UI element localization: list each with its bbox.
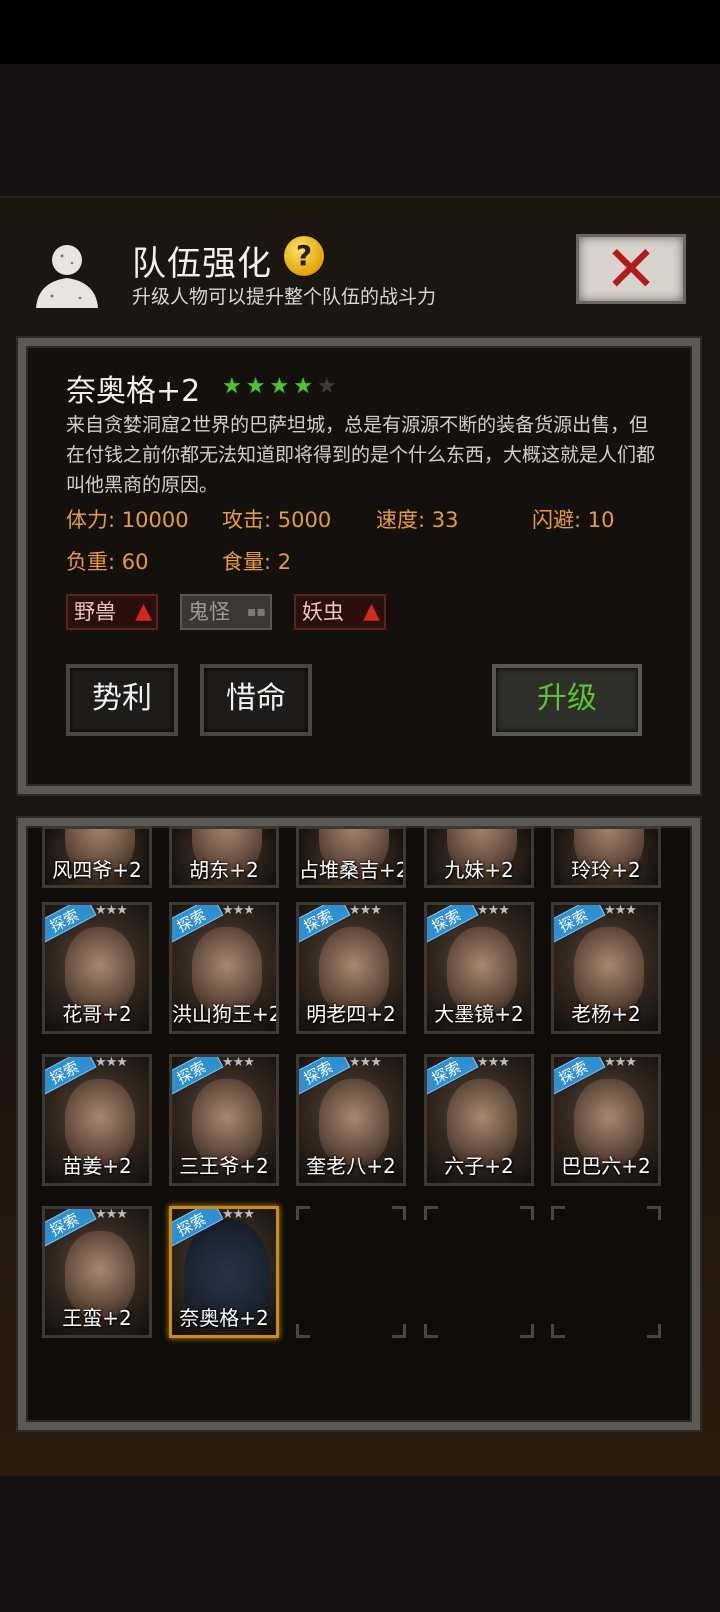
- team-upgrade-panel: 队伍强化 ? 升级人物可以提升整个队伍的战斗力 ✕ 奈奥格+2 ★ ★ ★ ★ …: [0, 196, 720, 1476]
- roster-card[interactable]: 探索 ★★★ 六子+2: [424, 1054, 534, 1186]
- roster-card[interactable]: 探索 ★★★ 花哥+2: [42, 902, 152, 1034]
- roster-card-selected[interactable]: 探索 ★★★ 奈奥格+2: [169, 1206, 279, 1338]
- close-button[interactable]: ✕: [576, 234, 686, 304]
- character-info-frame: 奈奥格+2 ★ ★ ★ ★ ★ 来自贪婪洞窟2世界的巴萨坦城，总是有源源不断的装…: [18, 338, 700, 794]
- roster-card[interactable]: 探索 ★★★ 巴巴六+2: [551, 1054, 661, 1186]
- card-name: 苗姜+2: [62, 1154, 132, 1178]
- mini-stars: ★★★: [222, 903, 255, 918]
- skill-button-1[interactable]: 势利: [66, 664, 178, 736]
- mini-stars: ★★★: [95, 903, 128, 918]
- star-icon: ★: [245, 374, 266, 399]
- empty-slot: [551, 1206, 661, 1338]
- mini-stars: ★★★: [95, 1055, 128, 1070]
- neutral-icon: ▪▪: [247, 604, 266, 620]
- star-icon: ★: [316, 374, 337, 399]
- up-arrow-icon: ▲: [363, 599, 380, 624]
- stat-food: 食量: 2: [222, 550, 292, 574]
- card-name: 王蛮+2: [62, 1306, 132, 1330]
- roster-card[interactable]: 玲玲+2: [551, 826, 661, 888]
- tag-label: 鬼怪: [188, 600, 230, 624]
- question-mark-icon[interactable]: ?: [284, 236, 324, 276]
- roster-card[interactable]: 占堆桑吉+2: [296, 826, 406, 888]
- roster-card[interactable]: 探索 ★★★ 王蛮+2: [42, 1206, 152, 1338]
- roster-card[interactable]: 探索 ★★★ 苗姜+2: [42, 1054, 152, 1186]
- panel-title: 队伍强化: [132, 244, 272, 284]
- roster-card[interactable]: 探索 ★★★ 大墨镜+2: [424, 902, 534, 1034]
- card-name: 三王爷+2: [179, 1154, 269, 1178]
- star-icon: ★: [269, 374, 290, 399]
- card-name: 花哥+2: [62, 1002, 132, 1026]
- card-name: 奎老八+2: [306, 1154, 396, 1178]
- card-name: 占堆桑吉+2: [299, 858, 406, 882]
- roster-card[interactable]: 九妹+2: [424, 826, 534, 888]
- mini-stars: ★★★: [477, 1055, 510, 1070]
- character-description: 来自贪婪洞窟2世界的巴萨坦城，总是有源源不断的装备货源出售，但在付钱之前你都无法…: [66, 414, 656, 496]
- mini-stars: ★★★: [349, 903, 382, 918]
- empty-slot: [424, 1206, 534, 1338]
- card-name: 胡东+2: [189, 858, 259, 882]
- tag-label: 野兽: [74, 600, 116, 624]
- status-bar: [0, 0, 720, 64]
- card-name: 巴巴六+2: [561, 1154, 651, 1178]
- top-backdrop: [0, 64, 720, 196]
- mini-stars: ★★★: [349, 1055, 382, 1070]
- roster-grid: 风四爷+2 胡东+2 占堆桑吉+2 九妹+2 玲玲+2 探索 ★★★ 花哥+2 探索…: [18, 818, 700, 1430]
- empty-slot: [296, 1206, 406, 1338]
- roster-card[interactable]: 探索 ★★★ 洪山狗王+2: [169, 902, 279, 1034]
- user-silhouette-icon: [36, 245, 98, 308]
- mini-stars: ★★★: [604, 903, 637, 918]
- card-name: 风四爷+2: [52, 858, 142, 882]
- roster-card[interactable]: 探索 ★★★ 明老四+2: [296, 902, 406, 1034]
- star-icon: ★: [293, 374, 313, 399]
- stat-hp: 体力: 10000: [66, 508, 189, 532]
- roster-card[interactable]: 胡东+2: [169, 826, 279, 888]
- card-name: 明老四+2: [306, 1002, 396, 1026]
- roster-card[interactable]: 探索 ★★★ 奎老八+2: [296, 1054, 406, 1186]
- mini-stars: ★★★: [222, 1207, 255, 1222]
- card-name: 九妹+2: [444, 858, 514, 882]
- mini-stars: ★★★: [95, 1207, 128, 1222]
- mini-stars: ★★★: [222, 1055, 255, 1070]
- mini-stars: ★★★: [477, 903, 510, 918]
- close-x-icon: ✕: [604, 233, 658, 307]
- upgrade-button[interactable]: 升级: [492, 664, 642, 736]
- card-name: 老杨+2: [571, 1002, 641, 1026]
- stat-speed: 速度: 33: [376, 508, 459, 532]
- card-name: 六子+2: [444, 1154, 514, 1178]
- tag-ghost: 鬼怪 ▪▪: [180, 594, 272, 630]
- character-name: 奈奥格+2: [66, 374, 201, 409]
- roster-card[interactable]: 探索 ★★★ 三王爷+2: [169, 1054, 279, 1186]
- skill-button-2[interactable]: 惜命: [200, 664, 312, 736]
- star-icon: ★: [222, 374, 242, 399]
- tag-beast: 野兽 ▲: [66, 594, 158, 630]
- panel-subtitle: 升级人物可以提升整个队伍的战斗力: [132, 286, 437, 308]
- card-name: 玲玲+2: [571, 858, 641, 882]
- card-name: 洪山狗王+2: [172, 1002, 279, 1026]
- mini-stars: ★★★: [604, 1055, 637, 1070]
- tag-insect: 妖虫 ▲: [294, 594, 386, 630]
- card-name: 奈奥格+2: [179, 1306, 269, 1330]
- star-rating: ★ ★ ★ ★ ★: [222, 376, 337, 398]
- card-name: 大墨镜+2: [434, 1002, 524, 1026]
- stat-dodge: 闪避: 10: [532, 508, 615, 532]
- roster-card[interactable]: 探索 ★★★ 老杨+2: [551, 902, 661, 1034]
- bottom-backdrop: [0, 1476, 720, 1612]
- stat-load: 负重: 60: [66, 550, 149, 574]
- stat-attack: 攻击: 5000: [222, 508, 332, 532]
- tag-label: 妖虫: [302, 600, 344, 624]
- up-arrow-icon: ▲: [135, 599, 152, 624]
- roster-card[interactable]: 风四爷+2: [42, 826, 152, 888]
